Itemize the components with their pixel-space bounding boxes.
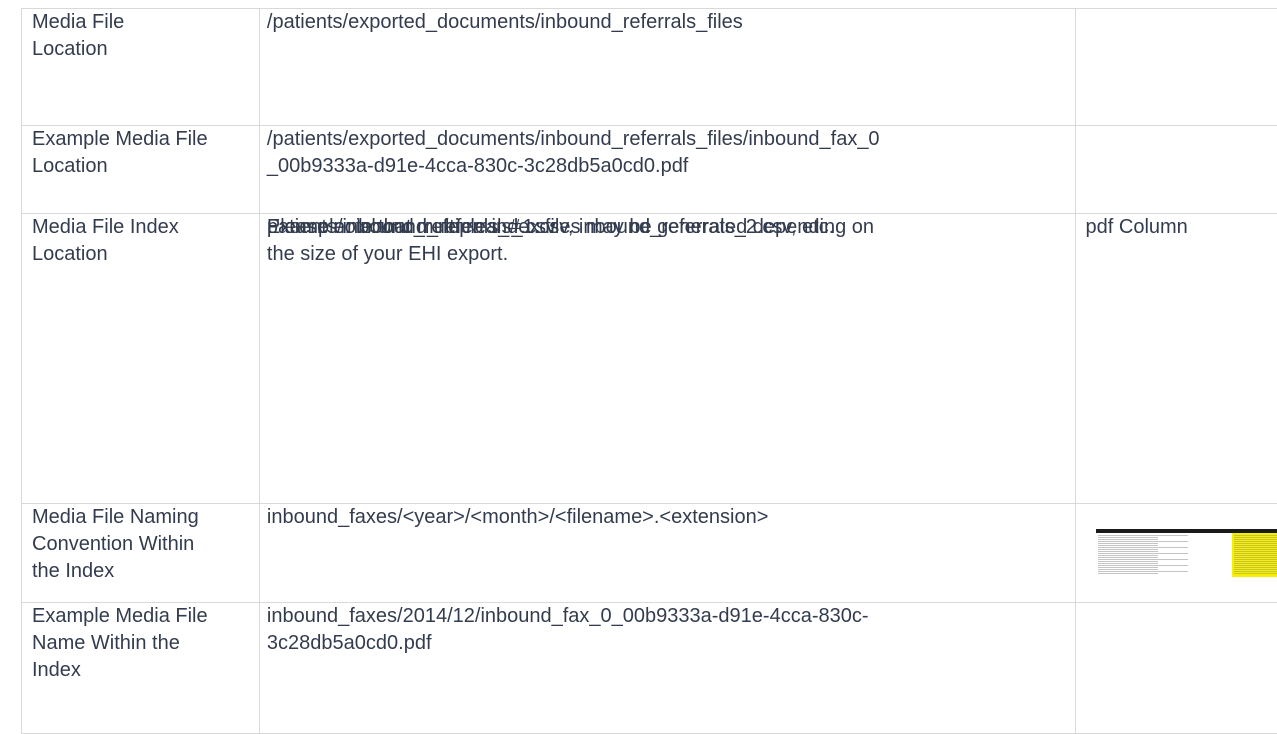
thumbnail-highlight-line [1234,549,1277,550]
extra-cell [1075,126,1277,214]
media-file-location-label: Media FileLocation [32,9,124,63]
thumbnail-highlight-line [1234,553,1277,554]
pdf-column-label: pdf Column [1086,214,1188,241]
label-cell: Media File IndexLocation [22,214,260,504]
value-cell: patients/inbound_referrals_#.csv Please … [259,214,1075,504]
thumbnail-highlight-line [1234,569,1277,570]
thumbnail-row-line [1098,559,1188,560]
thumbnail-row-line [1098,569,1158,570]
thumbnail-row-line [1098,537,1158,538]
thumbnail-row-line [1098,539,1158,540]
extra-cell [1075,504,1277,603]
thumbnail-highlight-line [1234,559,1277,560]
thumbnail-row-line [1098,565,1188,566]
thumbnail-highlight-line [1234,541,1277,542]
thumbnail-highlight-line [1234,557,1277,558]
thumbnail-row-line [1098,541,1188,542]
thumbnail-row-line [1098,567,1158,568]
thumbnail-row-line [1098,555,1158,556]
label-cell: Example Media FileLocation [22,126,260,214]
naming-convention-label: Media File NamingConvention Withinthe In… [32,504,199,585]
label-cell: Media File NamingConvention Withinthe In… [22,504,260,603]
thumbnail-highlight-line [1234,539,1277,540]
thumbnail-highlight-line [1234,537,1277,538]
value-cell: inbound_faxes/<year>/<month>/<filename>.… [259,504,1075,603]
media-file-location-value: /patients/exported_documents/inbound_ref… [267,9,743,36]
thumbnail-highlight-line [1234,561,1277,562]
table-row: Media File NamingConvention Withinthe In… [22,504,1277,603]
thumbnail-row-line [1098,573,1158,574]
thumbnail-highlight-line [1234,573,1277,574]
example-media-file-location-value: /patients/exported_documents/inbound_ref… [267,126,880,180]
table-row: Media FileLocation /patients/exported_do… [22,9,1277,126]
thumbnail-row-line [1098,553,1188,554]
thumbnail-row-line [1098,549,1158,550]
thumbnail-highlight-line [1234,563,1277,564]
example-media-file-location-label: Example Media FileLocation [32,126,208,180]
example-media-file-name-label: Example Media FileName Within theIndex [32,603,208,684]
thumbnail-highlight-line [1234,571,1277,572]
index-example: Example: inbound_referrals_1.csv, inboun… [267,214,834,241]
table-row: Media File IndexLocation patients/inboun… [22,214,1277,504]
example-media-file-name-value: inbound_faxes/2014/12/inbound_fax_0_00b9… [267,603,869,657]
media-file-table: Media FileLocation /patients/exported_do… [21,8,1277,734]
thumbnail-highlight-line [1234,545,1277,546]
thumbnail-highlight-line [1234,547,1277,548]
media-file-index-location-label: Media File IndexLocation [32,214,179,268]
table-row: Example Media FileName Within theIndex i… [22,603,1277,734]
thumbnail-highlight-line [1234,535,1277,536]
extra-cell [1075,9,1277,126]
label-cell: Media FileLocation [22,9,260,126]
value-cell: /patients/exported_documents/inbound_ref… [259,126,1075,214]
thumbnail-highlight-line [1234,567,1277,568]
spreadsheet-thumbnail-image [1096,529,1277,579]
thumbnail-highlight-line [1234,551,1277,552]
extra-cell [1075,603,1277,734]
thumbnail-row-line [1098,571,1188,572]
label-cell: Example Media FileName Within theIndex [22,603,260,734]
value-cell: inbound_faxes/2014/12/inbound_fax_0_00b9… [259,603,1075,734]
naming-convention-value: inbound_faxes/<year>/<month>/<filename>.… [267,504,768,531]
table-row: Example Media FileLocation /patients/exp… [22,126,1277,214]
thumbnail-highlight-line [1234,555,1277,556]
thumbnail-row-line [1098,551,1158,552]
thumbnail-row-line [1098,561,1158,562]
value-cell: /patients/exported_documents/inbound_ref… [259,9,1075,126]
thumbnail-row-line [1098,535,1188,536]
thumbnail-row-line [1098,543,1158,544]
thumbnail-row-line [1098,563,1158,564]
thumbnail-row-line [1098,545,1158,546]
thumbnail-row-line [1098,557,1158,558]
extra-cell: pdf Column [1075,214,1277,504]
thumbnail-highlight-line [1234,543,1277,544]
thumbnail-highlight-line [1234,565,1277,566]
thumbnail-row-line [1098,547,1188,548]
